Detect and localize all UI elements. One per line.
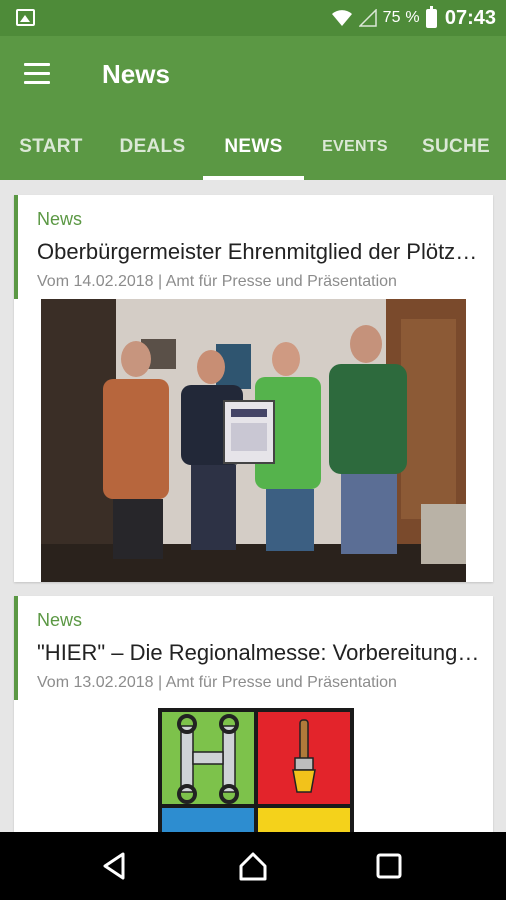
back-icon[interactable] bbox=[99, 850, 131, 882]
hamburger-menu-icon[interactable] bbox=[24, 63, 52, 85]
news-list: News Oberbürgermeister Ehrenmitglied der… bbox=[0, 180, 506, 832]
tab-news[interactable]: NEWS bbox=[203, 114, 304, 180]
tab-bar: START DEALS NEWS EVENTS SUCHE bbox=[0, 114, 506, 180]
app-toolbar: News bbox=[0, 36, 506, 114]
battery-icon bbox=[425, 5, 437, 28]
news-meta: Vom 13.02.2018 | Amt für Presse und Präs… bbox=[37, 674, 397, 691]
news-title: "HIER" – Die Regionalmesse: Vorbereitung… bbox=[37, 640, 487, 665]
news-card-header: News "HIER" – Die Regionalmesse: Vorbere… bbox=[14, 596, 493, 700]
page-title: News bbox=[102, 59, 170, 89]
image-notification-icon bbox=[16, 9, 35, 26]
news-meta: Vom 14.02.2018 | Amt für Presse und Präs… bbox=[37, 273, 397, 290]
status-icons: 75 % 07:43 bbox=[331, 5, 496, 30]
home-icon[interactable] bbox=[237, 850, 269, 882]
system-navigation-bar bbox=[0, 832, 506, 900]
news-image bbox=[41, 299, 466, 582]
news-card-header: News Oberbürgermeister Ehrenmitglied der… bbox=[14, 195, 493, 299]
news-title: Oberbürgermeister Ehrenmitglied der Plöt… bbox=[37, 239, 487, 264]
status-bar: 75 % 07:43 bbox=[0, 0, 506, 36]
battery-percent: 75 % bbox=[382, 9, 420, 26]
news-image bbox=[49, 700, 458, 832]
recents-icon[interactable] bbox=[373, 850, 405, 882]
clock: 07:43 bbox=[444, 6, 496, 29]
tab-deals[interactable]: DEALS bbox=[102, 114, 203, 180]
news-card[interactable]: News "HIER" – Die Regionalmesse: Vorbere… bbox=[14, 596, 493, 832]
group-photo bbox=[41, 299, 466, 582]
wifi-icon bbox=[331, 10, 352, 26]
signal-icon bbox=[358, 9, 377, 27]
regionalmesse-logo bbox=[158, 708, 354, 832]
tab-start[interactable]: START bbox=[0, 114, 102, 180]
tab-suche[interactable]: SUCHE bbox=[406, 114, 506, 180]
tab-events[interactable]: EVENTS bbox=[304, 114, 406, 180]
news-category: News bbox=[37, 610, 83, 630]
news-category: News bbox=[37, 209, 83, 229]
news-card[interactable]: News Oberbürgermeister Ehrenmitglied der… bbox=[14, 195, 493, 582]
